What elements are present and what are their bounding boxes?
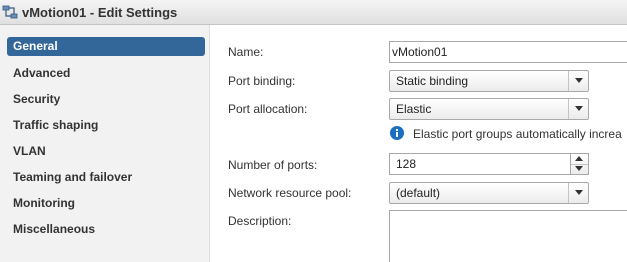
elastic-info-text: Elastic port groups automatically increa [413,127,622,141]
sidebar-item-teaming-failover[interactable]: Teaming and failover [13,170,132,184]
general-settings-panel: Name: vMotion01 Port binding: Static bin… [210,25,627,262]
description-label: Description: [228,214,292,228]
network-resource-pool-value: (default) [396,186,441,200]
port-allocation-label: Port allocation: [228,102,308,116]
port-allocation-value: Elastic [396,102,432,116]
sidebar-item-miscellaneous[interactable]: Miscellaneous [13,222,95,236]
sidebar-item-general[interactable]: General [7,37,205,56]
port-allocation-select[interactable]: Elastic [389,98,589,120]
decrement-button[interactable] [571,164,588,174]
stepper-buttons [571,153,589,175]
network-resource-pool-select[interactable]: (default) [389,182,589,204]
sidebar-item-advanced[interactable]: Advanced [13,66,70,80]
sidebar-item-monitoring[interactable]: Monitoring [13,196,75,210]
sidebar-item-vlan[interactable]: VLAN [13,144,46,158]
number-of-ports-label: Number of ports: [228,158,318,172]
sidebar: General Advanced Security Traffic shapin… [0,25,210,262]
sidebar-item-security[interactable]: Security [13,92,60,106]
edit-settings-window: vMotion01 - Edit Settings General Advanc… [0,0,627,262]
port-binding-value: Static binding [396,74,469,88]
name-field[interactable]: vMotion01 [389,41,627,63]
portgroup-icon [2,4,18,20]
chevron-down-icon[interactable] [568,183,588,203]
name-label: Name: [228,45,264,59]
description-textarea[interactable] [389,210,627,262]
chevron-down-icon[interactable] [568,99,588,119]
number-of-ports-input[interactable]: 128 [389,153,571,175]
window-title: vMotion01 - Edit Settings [22,5,178,20]
info-icon [390,126,404,140]
title-bar: vMotion01 - Edit Settings [0,0,627,25]
port-binding-label: Port binding: [228,74,296,88]
number-of-ports-stepper[interactable]: 128 [389,153,589,175]
chevron-down-icon[interactable] [568,71,588,91]
port-binding-select[interactable]: Static binding [389,70,589,92]
sidebar-item-traffic-shaping[interactable]: Traffic shaping [13,118,98,132]
network-resource-pool-label: Network resource pool: [228,186,352,200]
